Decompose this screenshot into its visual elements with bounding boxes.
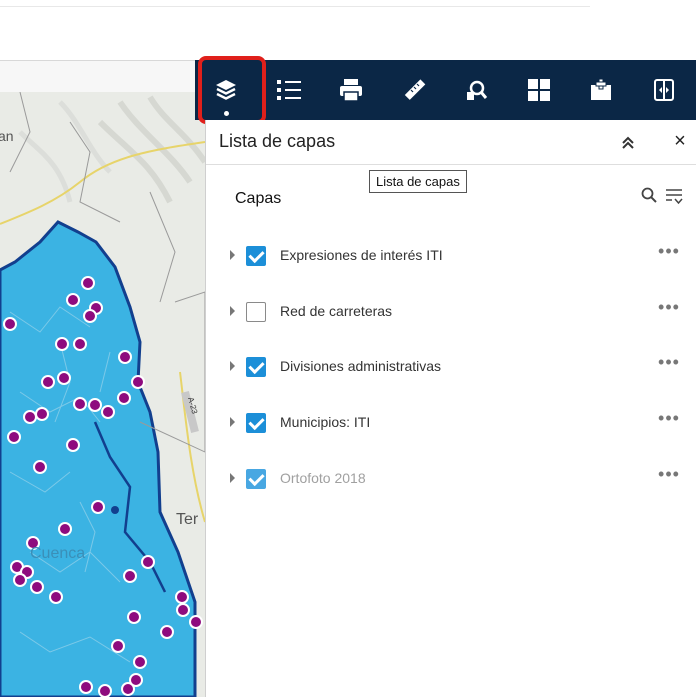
top-blank-area xyxy=(0,0,696,60)
layers-section-title: Capas xyxy=(235,190,282,207)
tooltip: Lista de capas xyxy=(369,170,467,193)
legend-button[interactable] xyxy=(258,60,321,120)
layer-label: Divisiones administrativas xyxy=(280,358,442,374)
layer-label: Ortofoto 2018 xyxy=(280,470,366,486)
swipe-icon xyxy=(653,79,674,101)
layer-row[interactable]: Red de carreteras ••• xyxy=(225,298,691,328)
active-indicator xyxy=(223,111,229,116)
swipe-button[interactable] xyxy=(633,60,696,120)
print-icon xyxy=(340,79,363,102)
expand-caret-icon[interactable] xyxy=(230,250,235,260)
basemap-gallery-icon xyxy=(527,79,550,101)
layer-checkbox[interactable] xyxy=(246,246,266,266)
map-label-top-left: an xyxy=(0,128,14,144)
expand-caret-icon[interactable] xyxy=(230,417,235,427)
query-button[interactable] xyxy=(445,60,508,120)
panel-header: Lista de capas × xyxy=(206,120,696,165)
more-options-icon[interactable]: ••• xyxy=(657,409,681,431)
expand-caret-icon[interactable] xyxy=(230,473,235,483)
map-view[interactable]: an Cuenca Ter A-23 xyxy=(0,60,205,697)
measure-button[interactable] xyxy=(383,60,446,120)
layer-checkbox[interactable] xyxy=(246,469,266,489)
map-label-city: Cuenca xyxy=(30,545,85,562)
print-button[interactable] xyxy=(320,60,383,120)
layer-checkbox[interactable] xyxy=(246,357,266,377)
layers-icon xyxy=(216,80,237,100)
expand-caret-icon[interactable] xyxy=(230,361,235,371)
more-options-icon[interactable]: ••• xyxy=(657,465,681,487)
more-options-icon[interactable]: ••• xyxy=(657,353,681,375)
layer-checkbox[interactable] xyxy=(246,413,266,433)
more-options-icon[interactable]: ••• xyxy=(657,298,681,320)
widget-toolbar xyxy=(195,60,696,120)
close-icon[interactable]: × xyxy=(670,131,690,151)
add-data-button[interactable] xyxy=(570,60,633,120)
layer-checkbox[interactable] xyxy=(246,302,266,322)
legend-icon xyxy=(276,80,301,100)
collapse-icon[interactable] xyxy=(618,132,638,152)
more-options-icon[interactable]: ••• xyxy=(657,242,681,264)
layer-list-button[interactable] xyxy=(195,60,258,120)
basemap-gallery-button[interactable] xyxy=(508,60,571,120)
expand-caret-icon[interactable] xyxy=(230,306,235,316)
search-icon[interactable] xyxy=(641,187,657,203)
layer-row[interactable]: Municipios: ITI ••• xyxy=(225,409,691,439)
layer-row[interactable]: Ortofoto 2018 ••• xyxy=(225,465,691,495)
filter-list-icon[interactable] xyxy=(664,186,684,206)
map-canvas[interactable]: an Cuenca Ter A-23 xyxy=(0,92,205,697)
layer-row[interactable]: Expresiones de interés ITI ••• xyxy=(225,242,691,272)
layer-row[interactable]: Divisiones administrativas ••• xyxy=(225,353,691,383)
layer-label: Municipios: ITI xyxy=(280,414,371,430)
measure-icon xyxy=(404,79,426,100)
panel-title: Lista de capas xyxy=(219,131,336,151)
add-data-icon xyxy=(591,78,612,100)
query-icon xyxy=(467,80,488,100)
layer-label: Expresiones de interés ITI xyxy=(280,247,443,263)
map-top-strip xyxy=(0,60,205,93)
layer-label: Red de carreteras xyxy=(280,303,393,319)
map-label-town: Ter xyxy=(176,511,199,528)
top-divider xyxy=(0,6,590,7)
